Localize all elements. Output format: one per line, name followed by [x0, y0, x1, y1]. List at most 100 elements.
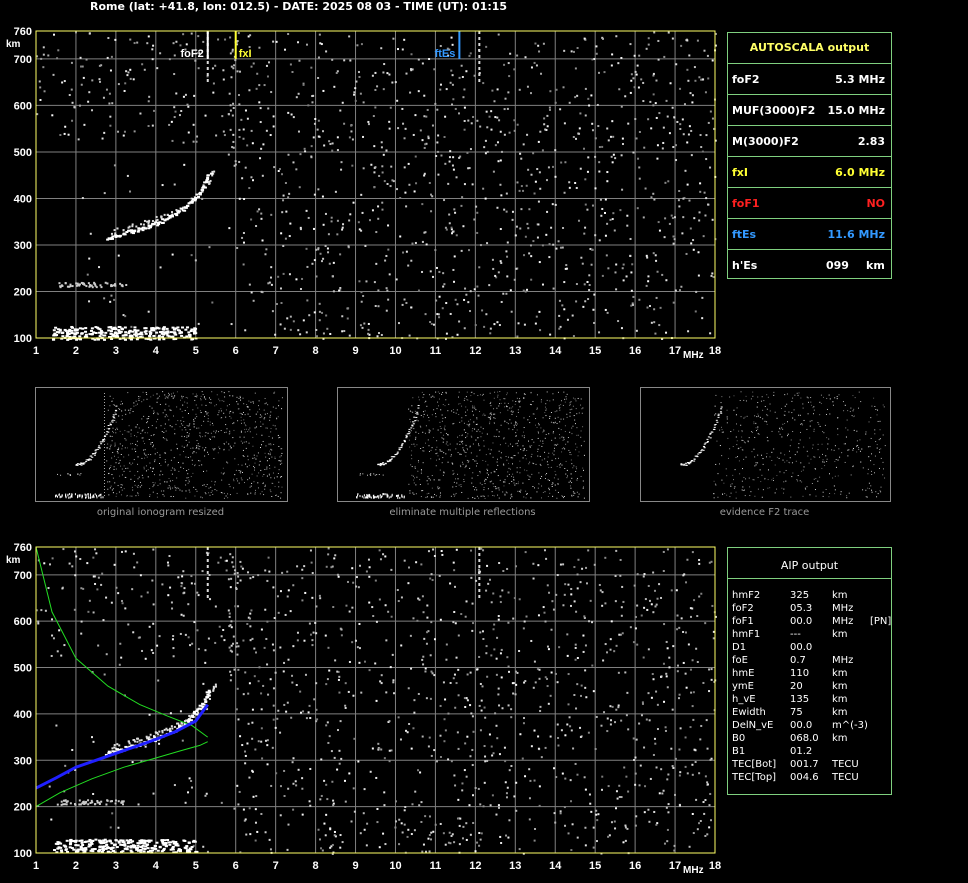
thumb-noise-dot: [246, 466, 248, 468]
noise-dot: [538, 668, 541, 671]
thumb-noise-dot: [163, 490, 165, 492]
thumb-noise-dot: [230, 417, 232, 419]
thumb-noise-dot: [229, 486, 231, 488]
noise-dot: [702, 681, 705, 684]
noise-dot: [684, 672, 687, 675]
reflection-echo: [87, 282, 90, 285]
thumb-es-dot: [61, 494, 63, 497]
thumb-noise-dot: [269, 454, 271, 456]
noise-dot: [258, 666, 261, 669]
noise-dot: [611, 120, 614, 123]
noise-dot: [317, 248, 320, 251]
noise-dot: [260, 217, 263, 220]
noise-dot: [102, 619, 105, 622]
noise-dot: [249, 612, 252, 615]
es-echo: [177, 329, 181, 332]
thumb-noise-dot: [238, 469, 240, 471]
thumb-noise-dot: [411, 450, 413, 452]
noise-dot: [550, 226, 553, 229]
noise-dot: [144, 657, 147, 660]
noise-dot: [634, 615, 637, 618]
noise-dot: [227, 609, 230, 612]
noise-dot: [353, 810, 356, 813]
noise-dot: [79, 65, 82, 68]
noise-dot: [239, 735, 242, 738]
es-echo: [100, 331, 104, 334]
noise-dot: [124, 550, 127, 553]
noise-dot: [90, 736, 93, 739]
noise-dot: [249, 639, 252, 642]
es-echo: [87, 843, 91, 846]
thumbnail-multiple-reflections: [337, 387, 590, 502]
noise-dot: [251, 708, 254, 711]
noise-dot: [325, 813, 328, 816]
thumb-noise-dot: [251, 482, 253, 484]
noise-dot: [436, 760, 439, 763]
noise-dot: [433, 674, 436, 677]
noise-dot: [373, 171, 376, 174]
noise-dot: [88, 91, 91, 94]
noise-dot: [584, 203, 587, 206]
noise-dot: [341, 228, 344, 231]
es-echo: [162, 847, 166, 850]
noise-dot: [172, 634, 175, 637]
thumb-noise-dot: [180, 423, 182, 425]
noise-dot: [349, 213, 352, 216]
thumb-noise-dot: [423, 394, 425, 396]
noise-dot: [282, 272, 285, 275]
noise-dot: [698, 595, 701, 598]
noise-dot: [620, 606, 623, 609]
noise-dot: [264, 739, 267, 742]
thumb-noise-dot: [420, 469, 422, 471]
noise-dot: [679, 87, 682, 90]
thumb-noise-dot: [173, 457, 175, 459]
noise-dot: [584, 788, 587, 791]
noise-dot: [270, 276, 273, 279]
noise-dot: [636, 604, 639, 607]
thumb-noise-dot: [268, 443, 270, 445]
noise-dot: [658, 583, 661, 586]
thumb-noise-dot: [557, 416, 559, 418]
noise-dot: [497, 615, 500, 618]
thumb-noise-dot: [488, 448, 490, 450]
noise-dot: [526, 222, 529, 225]
noise-dot: [570, 593, 573, 596]
noise-dot: [524, 775, 527, 778]
thumb-noise-dot: [162, 437, 164, 439]
noise-dot: [667, 773, 670, 776]
reflection-echo: [78, 284, 81, 287]
noise-dot: [406, 835, 409, 838]
noise-dot: [382, 88, 385, 91]
noise-dot: [632, 295, 635, 298]
noise-dot: [530, 66, 533, 69]
noise-dot: [507, 91, 510, 94]
noise-dot: [428, 834, 431, 837]
noise-dot: [595, 715, 598, 718]
noise-dot: [351, 138, 354, 141]
es-echo: [83, 840, 87, 843]
thumb-noise-dot: [471, 410, 473, 412]
noise-dot: [507, 836, 510, 839]
noise-dot: [439, 88, 442, 91]
thumb-noise-dot: [215, 430, 217, 432]
noise-dot: [606, 171, 609, 174]
noise-dot: [87, 610, 90, 613]
noise-dot: [166, 561, 169, 564]
noise-dot: [193, 94, 196, 97]
reflection-echo: [109, 800, 112, 803]
noise-dot: [499, 835, 502, 838]
noise-dot: [267, 693, 270, 696]
noise-dot: [51, 618, 54, 621]
thumb-noise-dot: [207, 420, 209, 422]
noise-dot: [537, 200, 540, 203]
noise-dot: [649, 100, 652, 103]
thumb-noise-dot: [181, 397, 183, 399]
thumb-line-dot: [104, 417, 105, 418]
thumb-noise-dot: [126, 431, 128, 433]
reflection-echo: [105, 803, 108, 806]
noise-dot: [637, 157, 640, 160]
es-echo: [133, 844, 137, 847]
reflection-echo: [87, 803, 90, 806]
noise-dot: [485, 652, 488, 655]
thumb-noise-dot: [436, 446, 438, 448]
